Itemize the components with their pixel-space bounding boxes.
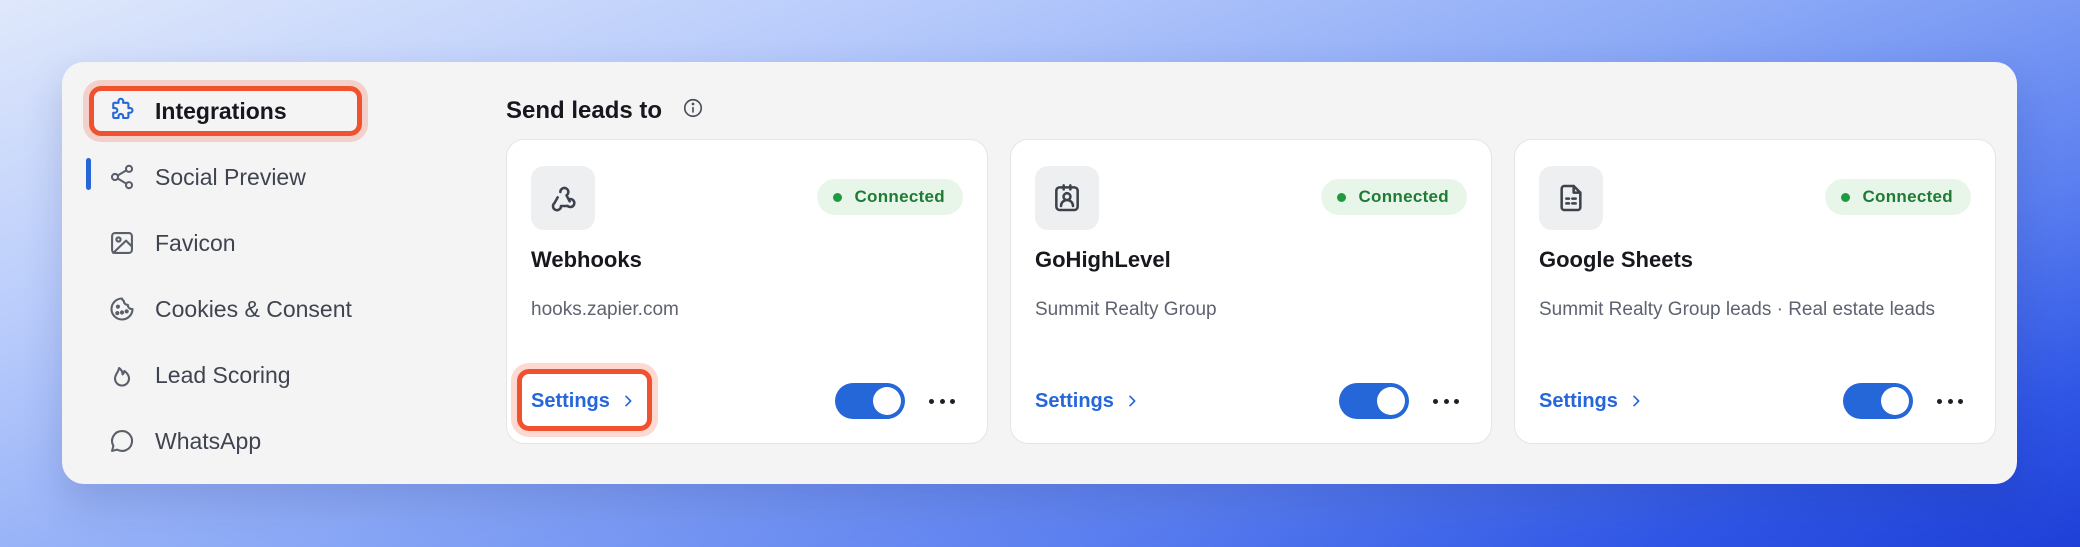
sidebar-item-label: Social Preview (155, 163, 306, 190)
dot (1937, 398, 1942, 404)
active-indicator (86, 158, 91, 190)
status-text: Connected (854, 187, 945, 206)
status-badge: Connected (1321, 179, 1467, 215)
integration-card-google-sheets: Connected Google Sheets Summit Realty Gr… (1514, 139, 1996, 444)
settings-label: Settings (1035, 389, 1114, 412)
integration-name: GoHighLevel (1035, 247, 1171, 272)
chevron-right-icon (1633, 395, 1640, 407)
integration-card-gohighlevel: Connected GoHighLevel Summit Realty Grou… (1010, 139, 1492, 444)
dot (1454, 398, 1459, 404)
flame-icon (107, 360, 137, 390)
settings-highlight (517, 369, 652, 431)
sidebar-item-label: WhatsApp (155, 427, 262, 454)
sidebar-item-label: Lead Scoring (155, 361, 291, 388)
integrations-panel: Integrations Social Preview Favicon Cook… (62, 62, 2017, 484)
image-icon (107, 228, 137, 258)
dot (950, 398, 955, 404)
settings-label: Settings (1539, 389, 1618, 412)
integration-card-webhooks: Connected Webhooks hooks.zapier.com Sett… (506, 139, 988, 444)
status-text: Connected (1862, 187, 1953, 206)
status-dot (1841, 192, 1851, 202)
toggle-knob (1377, 387, 1405, 415)
dot (1433, 398, 1438, 404)
status-dot (1337, 192, 1347, 202)
sidebar-item-label: Cookies & Consent (155, 295, 352, 322)
integrations-highlight (89, 86, 362, 136)
sheet-document-icon (1539, 166, 1603, 230)
enable-toggle[interactable] (835, 383, 905, 419)
share-icon (107, 162, 137, 192)
more-options-button[interactable] (1429, 389, 1463, 413)
more-options-button[interactable] (1933, 389, 1967, 413)
status-dot (833, 192, 843, 202)
section-header: Send leads to (506, 86, 704, 136)
integration-name: Google Sheets (1539, 247, 1694, 272)
dot (939, 398, 945, 404)
cookie-icon (107, 294, 137, 324)
enable-toggle[interactable] (1843, 383, 1913, 419)
contact-badge-icon (1035, 166, 1099, 230)
sidebar-item-favicon[interactable]: Favicon (107, 218, 236, 268)
integration-description: Summit Realty Group leads · Real estate … (1539, 299, 1936, 320)
integration-name: Webhooks (531, 247, 642, 272)
page-title: Send leads to (506, 97, 663, 124)
dot (1958, 398, 1963, 404)
webhook-icon (531, 166, 595, 230)
sidebar-item-lead-scoring[interactable]: Lead Scoring (107, 350, 291, 400)
sidebar-item-cookies-consent[interactable]: Cookies & Consent (107, 284, 352, 334)
sidebar-item-whatsapp[interactable]: WhatsApp (107, 416, 261, 466)
dot (1947, 398, 1953, 404)
status-badge: Connected (817, 179, 963, 215)
integration-description: hooks.zapier.com (531, 299, 679, 320)
settings-link[interactable]: Settings (1539, 386, 1644, 416)
sidebar: Integrations Social Preview Favicon Cook… (62, 62, 502, 484)
toggle-knob (873, 387, 901, 415)
dot (1443, 398, 1449, 404)
chat-bubble-icon (107, 426, 137, 456)
sidebar-item-social-preview[interactable]: Social Preview (107, 152, 306, 202)
integration-description: Summit Realty Group (1035, 299, 1217, 320)
chevron-right-icon (1129, 395, 1136, 407)
more-options-button[interactable] (925, 389, 959, 413)
status-badge: Connected (1825, 179, 1971, 215)
info-icon[interactable] (682, 97, 704, 126)
toggle-knob (1881, 387, 1909, 415)
sidebar-item-label: Favicon (155, 229, 236, 256)
settings-link[interactable]: Settings (1035, 386, 1140, 416)
status-text: Connected (1358, 187, 1449, 206)
enable-toggle[interactable] (1339, 383, 1409, 419)
dot (929, 398, 934, 404)
